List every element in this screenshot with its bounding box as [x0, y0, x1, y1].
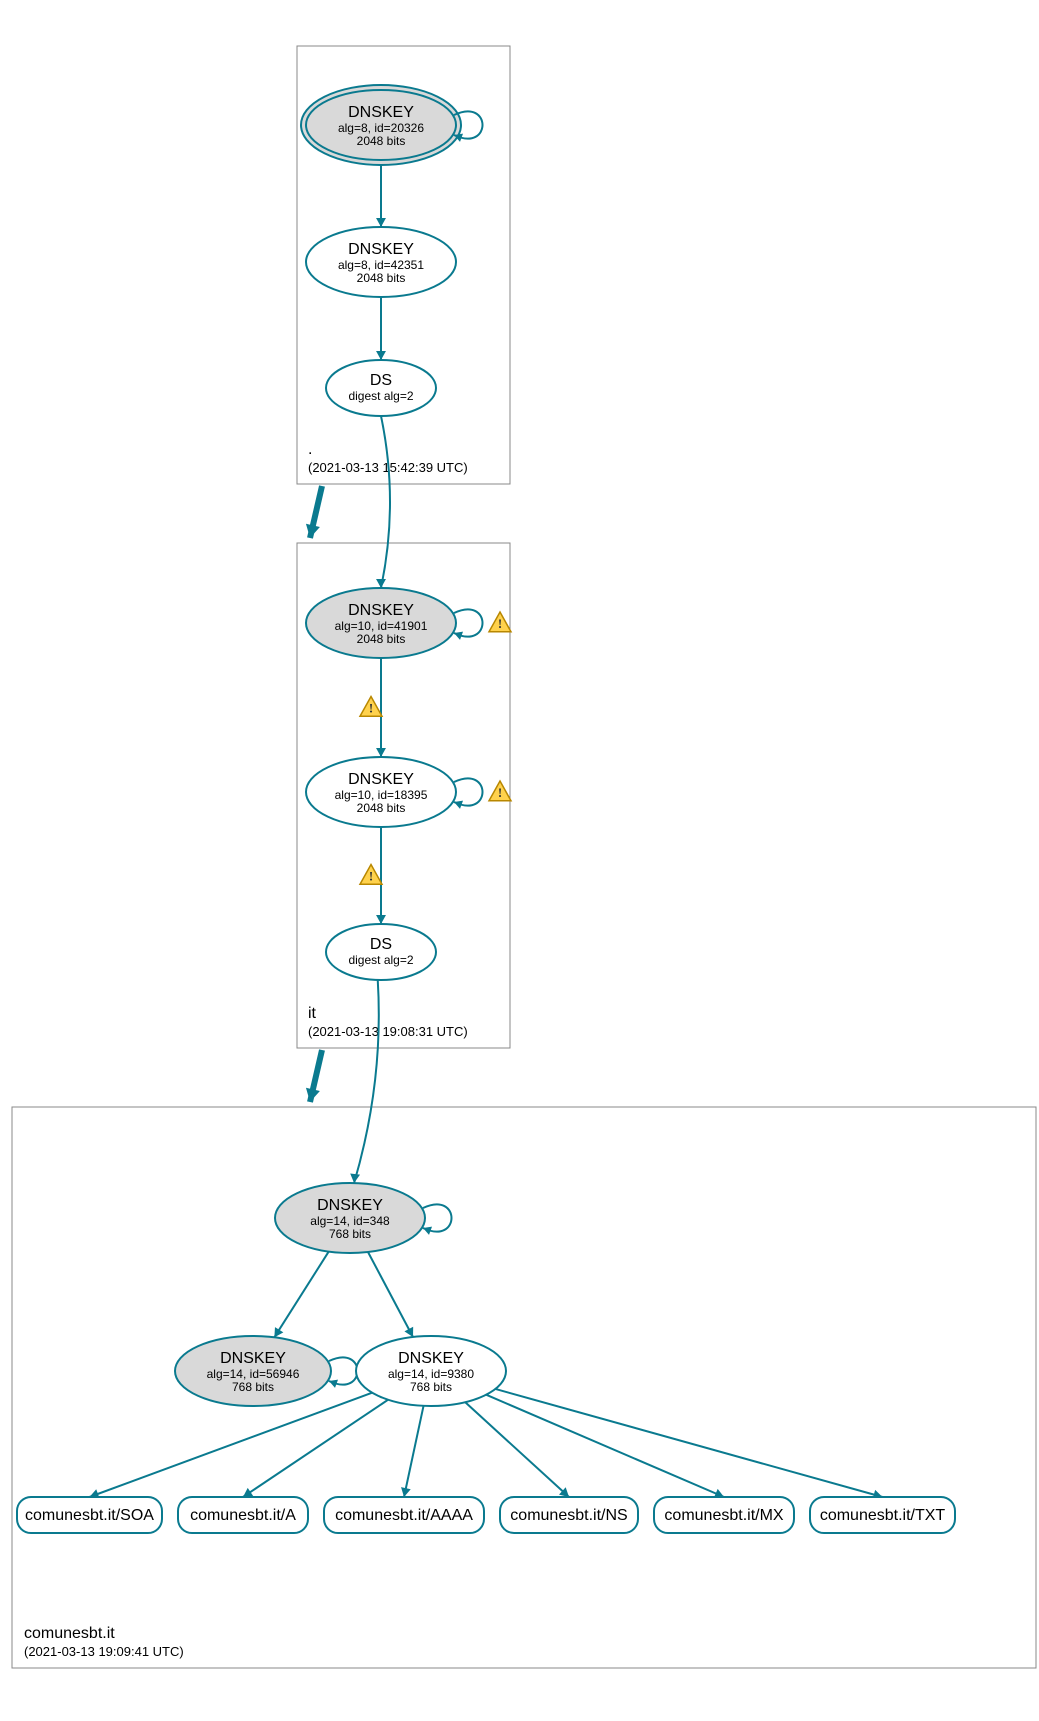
- node-cb_ksk: DNSKEYalg=14, id=348768 bits: [275, 1183, 452, 1253]
- node-title: DNSKEY: [317, 1197, 383, 1214]
- dnssec-graph: .(2021-03-13 15:42:39 UTC)it(2021-03-13 …: [0, 0, 1039, 1721]
- warning-icon: !: [489, 612, 511, 632]
- zone-label: it: [308, 1005, 317, 1022]
- node-line2: alg=14, id=56946: [207, 1367, 300, 1381]
- zone-timestamp: (2021-03-13 19:08:31 UTC): [308, 1024, 468, 1039]
- rrset-label: comunesbt.it/MX: [664, 1507, 783, 1524]
- node-root_ksk: DNSKEYalg=8, id=203262048 bits: [301, 85, 483, 165]
- rrset-rr_txt: comunesbt.it/TXT: [810, 1497, 955, 1533]
- edges: !!: [90, 160, 883, 1499]
- svg-text:!: !: [369, 869, 373, 884]
- node-line2: alg=14, id=348: [310, 1214, 390, 1228]
- node-line2: alg=14, id=9380: [388, 1367, 474, 1381]
- node-it_ksk: ! DNSKEYalg=10, id=419012048 bits: [306, 588, 511, 658]
- rrset-label: comunesbt.it/AAAA: [335, 1507, 473, 1524]
- rrset-label: comunesbt.it/SOA: [25, 1507, 154, 1524]
- svg-text:!: !: [498, 616, 502, 631]
- node-it_zsk: ! DNSKEYalg=10, id=183952048 bits: [306, 757, 511, 827]
- node-line3: 2048 bits: [357, 271, 406, 285]
- node-line3: 768 bits: [232, 1380, 274, 1394]
- node-line2: alg=10, id=18395: [335, 788, 428, 802]
- rrset-rr_soa: comunesbt.it/SOA: [17, 1497, 162, 1533]
- node-title: DNSKEY: [398, 1350, 464, 1367]
- rrset-rr_a: comunesbt.it/A: [178, 1497, 308, 1533]
- warning-icon: !: [360, 865, 382, 885]
- node-title: DS: [370, 936, 392, 953]
- node-line3: 2048 bits: [357, 134, 406, 148]
- node-title: DNSKEY: [348, 602, 414, 619]
- rrset-label: comunesbt.it/A: [190, 1507, 296, 1524]
- zone-timestamp: (2021-03-13 19:09:41 UTC): [24, 1644, 184, 1659]
- node-title: DNSKEY: [348, 771, 414, 788]
- node-line3: 2048 bits: [357, 801, 406, 815]
- warning-icon: !: [360, 697, 382, 717]
- node-title: DNSKEY: [220, 1350, 286, 1367]
- node-line2: alg=8, id=42351: [338, 258, 424, 272]
- zone-label: .: [308, 441, 312, 458]
- node-line2: digest alg=2: [348, 389, 413, 403]
- svg-text:!: !: [498, 785, 502, 800]
- node-root_zsk: DNSKEYalg=8, id=423512048 bits: [306, 227, 456, 297]
- node-cb_key2: DNSKEYalg=14, id=56946768 bits: [175, 1336, 358, 1406]
- node-line2: digest alg=2: [348, 953, 413, 967]
- node-line2: alg=8, id=20326: [338, 121, 424, 135]
- node-root_ds: DSdigest alg=2: [326, 360, 436, 416]
- rrset-rr_aaaa: comunesbt.it/AAAA: [324, 1497, 484, 1533]
- rrset-label: comunesbt.it/TXT: [820, 1507, 946, 1524]
- node-title: DNSKEY: [348, 104, 414, 121]
- node-line3: 2048 bits: [357, 632, 406, 646]
- rrset-rr_mx: comunesbt.it/MX: [654, 1497, 794, 1533]
- node-title: DNSKEY: [348, 241, 414, 258]
- rrset-rr_ns: comunesbt.it/NS: [500, 1497, 638, 1533]
- zone-label: comunesbt.it: [24, 1625, 115, 1642]
- node-it_ds: DSdigest alg=2: [326, 924, 436, 980]
- node-line3: 768 bits: [329, 1227, 371, 1241]
- svg-text:!: !: [369, 701, 373, 716]
- warning-icon: !: [489, 781, 511, 801]
- node-line3: 768 bits: [410, 1380, 452, 1394]
- rrset-label: comunesbt.it/NS: [510, 1507, 627, 1524]
- node-cb_zsk: DNSKEYalg=14, id=9380768 bits: [356, 1336, 506, 1406]
- node-line2: alg=10, id=41901: [335, 619, 428, 633]
- node-title: DS: [370, 372, 392, 389]
- zone-comunesbt: comunesbt.it (2021-03-13 19:09:41 UTC): [12, 1107, 1036, 1668]
